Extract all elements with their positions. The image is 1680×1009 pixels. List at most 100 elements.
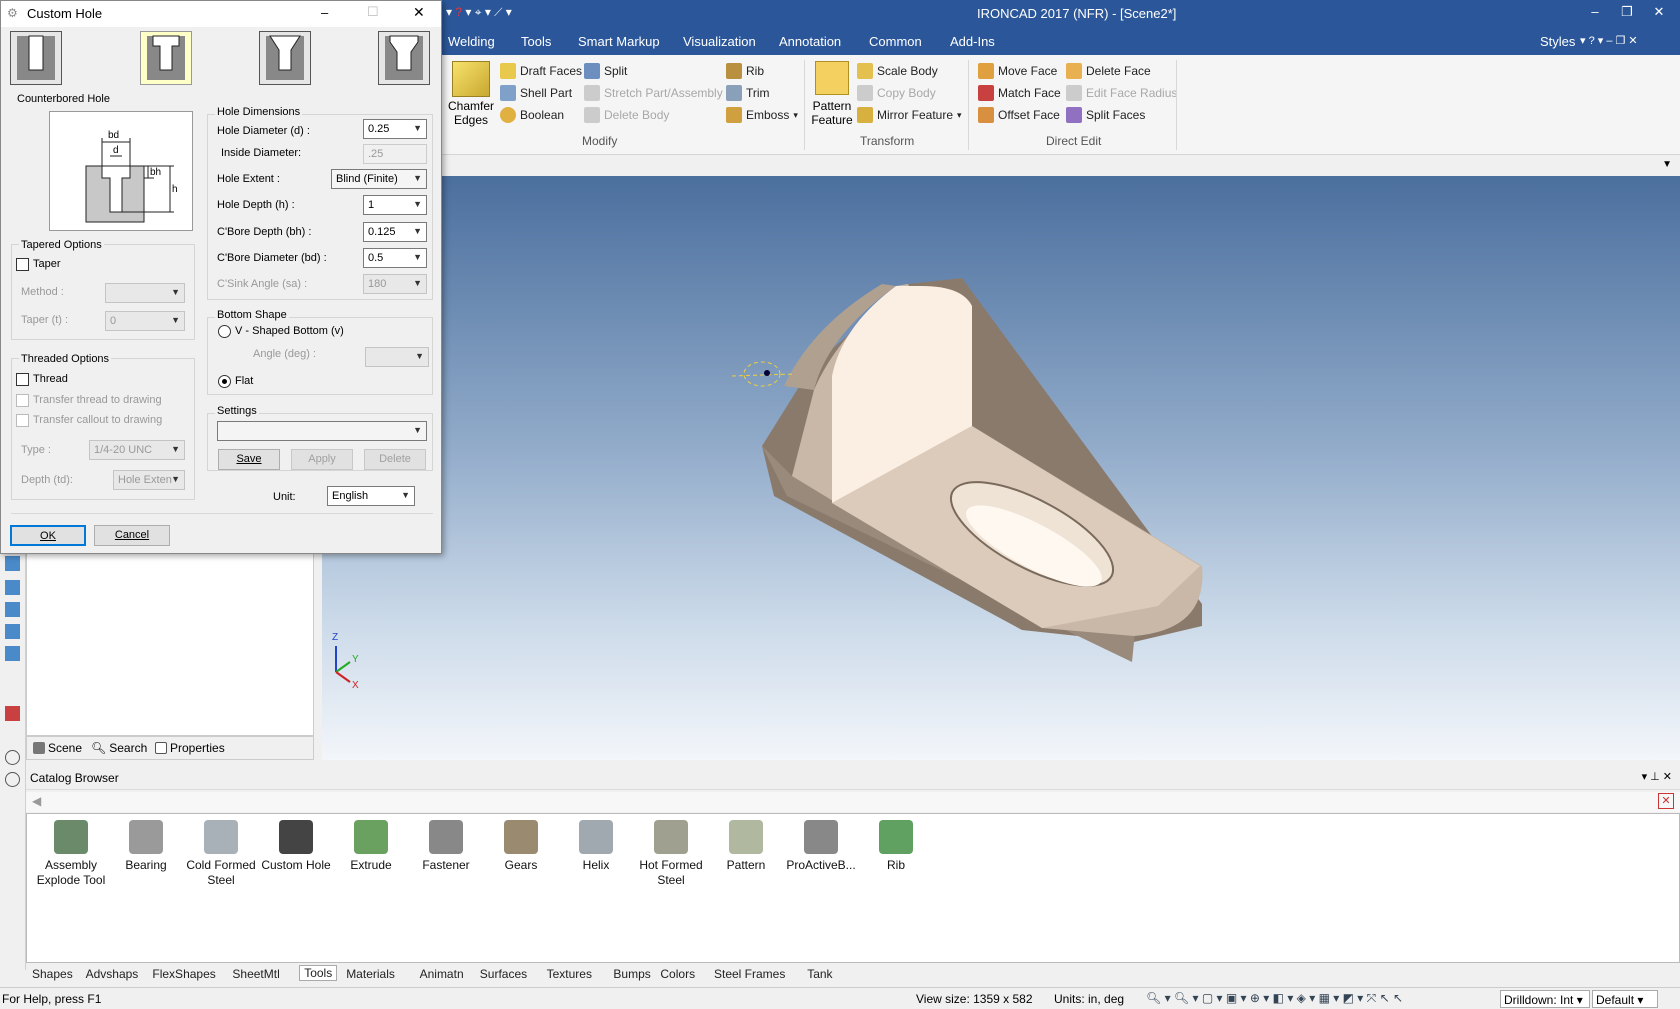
hole-depth-input[interactable]: 1 ▼ [363, 195, 427, 215]
vshape-radio[interactable] [218, 325, 231, 338]
tool-icon[interactable] [5, 706, 20, 721]
delete-body-button[interactable]: Delete Body [584, 107, 669, 123]
tab-annotation[interactable]: Annotation [779, 34, 841, 49]
catalog-tab[interactable]: FlexShapes [152, 967, 215, 981]
hole-anchor-point[interactable] [764, 370, 770, 376]
delete-settings-button[interactable]: Delete [364, 449, 426, 470]
delete-face-button[interactable]: Delete Face [1066, 63, 1151, 79]
ribbon-collapse-icon[interactable]: ▼ [1662, 159, 1672, 170]
mirror-feature-button[interactable]: Mirror Feature ▾ [857, 107, 962, 123]
view-tools-icons[interactable]: 🔍︎ ▾ 🔍︎ ▾ ▢ ▾ ▣ ▾ ⊕ ▾ ◧ ▾ ◈ ▾ ▦ ▾ ◩ ▾ ⤧ … [1146, 991, 1403, 1006]
catalog-tab[interactable]: SheetMtl [232, 967, 279, 981]
catalog-item[interactable]: Bearing [106, 820, 186, 873]
tool-icon[interactable] [5, 580, 20, 595]
method-select[interactable]: ▼ [105, 283, 185, 303]
close-catalog-icon[interactable]: ✕ [1658, 793, 1674, 809]
catalog-item[interactable]: Rib [856, 820, 936, 873]
catalog-tab[interactable]: Surfaces [480, 967, 527, 981]
tool-icon[interactable] [5, 646, 20, 661]
tool-icon[interactable] [5, 624, 20, 639]
pattern-feature-icon[interactable] [815, 61, 849, 95]
tab-add-ins[interactable]: Add-Ins [950, 34, 995, 49]
tool-icon[interactable] [5, 772, 20, 787]
catalog-item[interactable]: Gears [481, 820, 561, 873]
tab-common[interactable]: Common [869, 34, 922, 49]
pattern-feature-button[interactable]: Pattern Feature [808, 99, 856, 127]
tool-icon[interactable] [5, 602, 20, 617]
catalog-tab[interactable]: Textures [547, 967, 592, 981]
catalog-item[interactable]: Custom Hole [256, 820, 336, 873]
catalog-item[interactable]: ProActiveB... [781, 820, 861, 873]
styles-menu[interactable]: Styles [1540, 34, 1575, 49]
catalog-tab[interactable]: Animatn [420, 967, 464, 981]
quick-access-icons[interactable]: ▾ ? ▾ ⌖ ▾ ⟋ ▾ [446, 5, 512, 20]
catalog-tab[interactable]: Bumps [613, 967, 650, 981]
copy-body-button[interactable]: Copy Body [857, 85, 936, 101]
catalog-tab[interactable]: Colors [660, 967, 695, 981]
tool-icon[interactable] [5, 556, 20, 571]
minimize-icon[interactable]: – [1580, 4, 1610, 24]
save-settings-button[interactable]: Save [218, 449, 280, 470]
thread-checkbox[interactable] [16, 373, 29, 386]
bracket-part[interactable]: Z Y X [322, 176, 1680, 760]
tab-smart-markup[interactable]: Smart Markup [578, 34, 660, 49]
3d-viewport[interactable]: Z Y X [322, 176, 1680, 760]
dialog-close-icon[interactable]: ✕ [413, 4, 425, 21]
split-faces-button[interactable]: Split Faces [1066, 107, 1145, 123]
cbore-csink-hole-button[interactable] [378, 31, 430, 85]
emboss-button[interactable]: Emboss ▾ [726, 107, 798, 123]
cancel-button[interactable]: Cancel [94, 525, 170, 546]
tool-icon[interactable] [5, 750, 20, 765]
chamfer-edges-icon[interactable] [452, 61, 490, 97]
offset-face-button[interactable]: Offset Face [978, 107, 1060, 123]
tab-properties[interactable]: Properties [155, 741, 225, 755]
split-button[interactable]: Split [584, 63, 627, 79]
draft-faces-button[interactable]: Draft Faces [500, 63, 582, 79]
drilldown-select[interactable]: Drilldown: Int ▾ [1500, 990, 1590, 1008]
countersunk-hole-button[interactable] [259, 31, 311, 85]
cbore-diameter-input[interactable]: 0.5 ▼ [363, 248, 427, 268]
rib-button[interactable]: Rib [726, 63, 764, 79]
catalog-tab[interactable]: Materials [346, 967, 395, 981]
move-face-button[interactable]: Move Face [978, 63, 1057, 79]
hole-extent-select[interactable]: Blind (Finite) ▼ [331, 169, 427, 189]
simple-hole-button[interactable] [10, 31, 62, 85]
restore-icon[interactable]: ❐ [1612, 4, 1642, 24]
catalog-window-icons[interactable]: ▾ ⊥ ✕ [1642, 770, 1672, 783]
apply-settings-button[interactable]: Apply [291, 449, 353, 470]
trim-button[interactable]: Trim [726, 85, 770, 101]
transfer-thread-checkbox[interactable] [16, 394, 29, 407]
back-arrow-icon[interactable]: ◀ [32, 794, 41, 808]
scale-body-button[interactable]: Scale Body [857, 63, 938, 79]
tab-search[interactable]: 🔍︎ Search [91, 741, 147, 755]
boolean-button[interactable]: Boolean [500, 107, 564, 123]
taper-t-select[interactable]: 0 ▼ [105, 311, 185, 331]
catalog-item[interactable]: Fastener [406, 820, 486, 873]
match-face-button[interactable]: Match Face [978, 85, 1061, 101]
catalog-item[interactable]: Pattern [706, 820, 786, 873]
angle-select[interactable]: ▼ [365, 347, 429, 367]
counterbored-hole-button[interactable] [140, 31, 192, 85]
tab-tools[interactable]: Tools [521, 34, 551, 49]
tab-scene[interactable]: Scene [33, 741, 82, 755]
close-icon[interactable]: ✕ [1644, 4, 1674, 24]
catalog-tab[interactable]: Shapes [32, 967, 73, 981]
inside-diameter-input[interactable]: .25 [363, 144, 427, 164]
dialog-minimize-icon[interactable]: – [321, 5, 328, 20]
catalog-item[interactable]: Extrude [331, 820, 411, 873]
taper-checkbox[interactable] [16, 258, 29, 271]
thread-depth-select[interactable]: Hole Exten ▼ [113, 470, 185, 490]
ok-button[interactable]: OK [10, 525, 86, 546]
edit-face-radius-button[interactable]: Edit Face Radius [1066, 85, 1177, 101]
catalog-item[interactable]: Hot Formed Steel [631, 820, 711, 888]
catalog-item[interactable]: Assembly Explode Tool [31, 820, 111, 888]
csink-angle-input[interactable]: 180 ▼ [363, 274, 427, 294]
transfer-callout-checkbox[interactable] [16, 414, 29, 427]
tab-visualization[interactable]: Visualization [683, 34, 756, 49]
catalog-item[interactable]: Cold Formed Steel [181, 820, 261, 888]
catalog-item[interactable]: Helix [556, 820, 636, 873]
scene-browser-panel[interactable] [26, 550, 314, 736]
cbore-depth-input[interactable]: 0.125 ▼ [363, 222, 427, 242]
thread-type-select[interactable]: 1/4-20 UNC ▼ [89, 440, 185, 460]
settings-select[interactable]: ▼ [217, 421, 427, 441]
